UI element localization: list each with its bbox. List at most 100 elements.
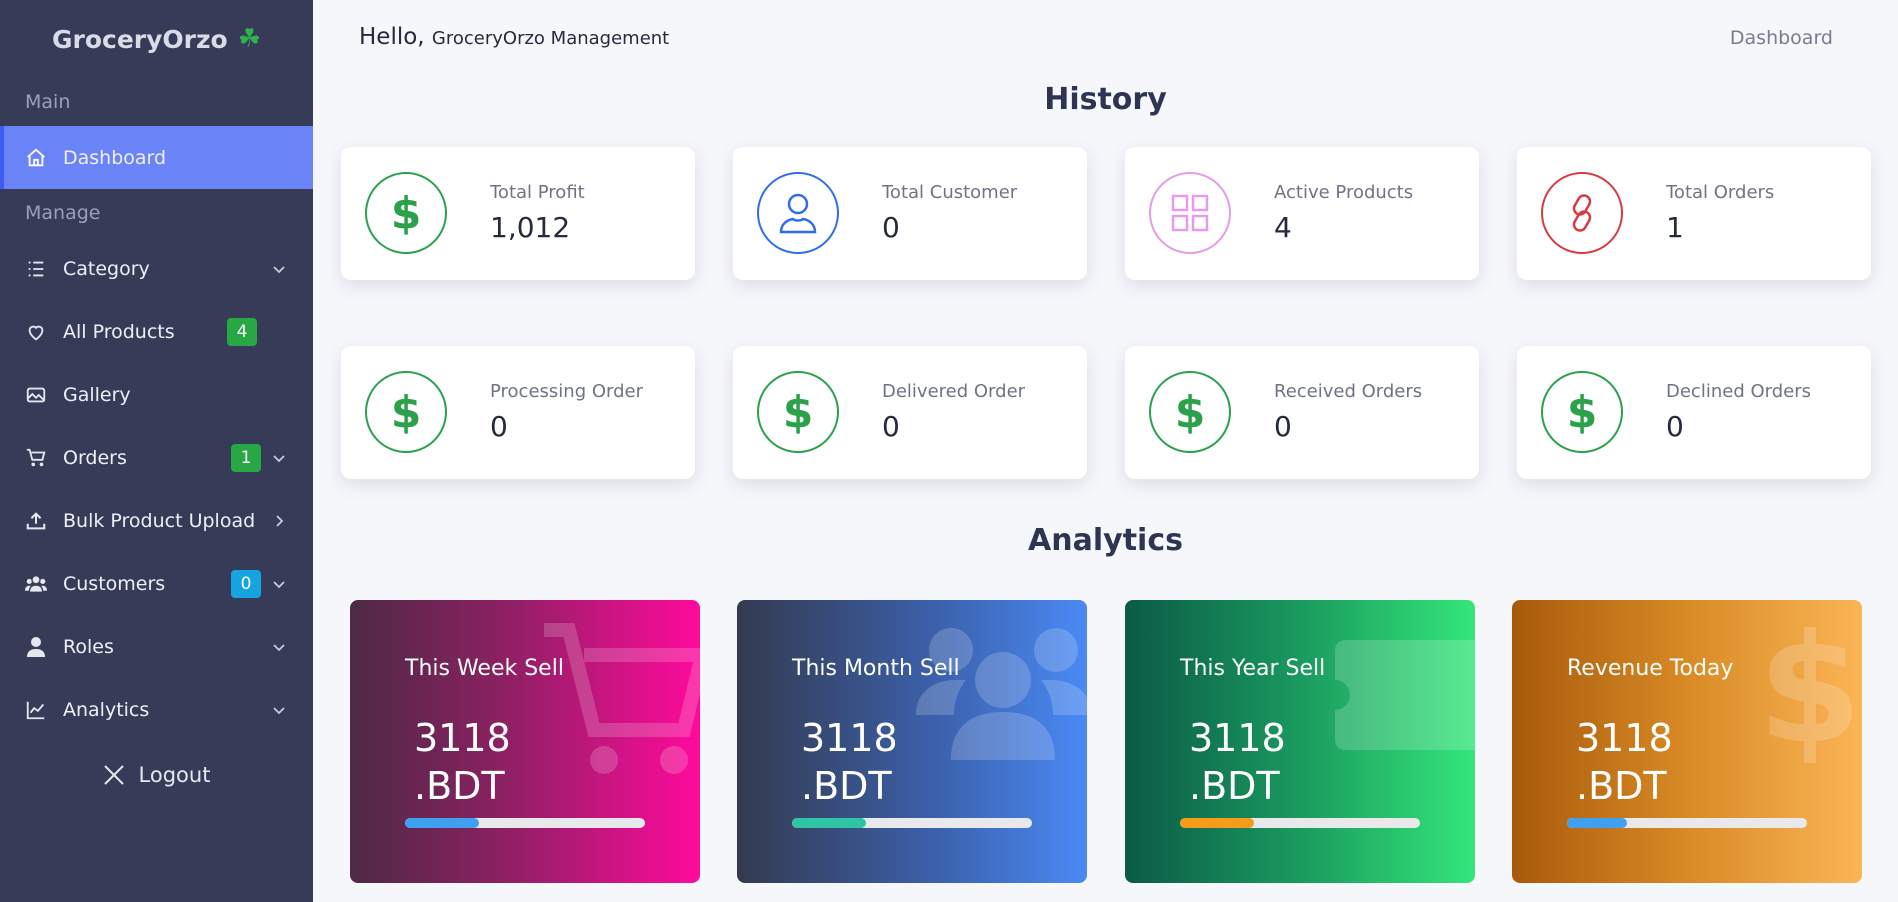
stat-value: 0 [490, 410, 508, 443]
greeting: Hello, GroceryOrzo Management [359, 24, 669, 50]
analytics-card-title: This Week Sell [405, 656, 564, 681]
stat-value: 0 [1274, 410, 1292, 443]
chevron-down-icon[interactable] [271, 639, 287, 655]
cart-icon [544, 623, 700, 774]
list-icon [25, 258, 47, 280]
sidebar-item-dashboard[interactable]: Dashboard [0, 126, 313, 189]
breadcrumb[interactable]: Dashboard [1730, 27, 1833, 49]
logout-label: Logout [138, 763, 211, 787]
progress-fill [1567, 818, 1627, 828]
progress-fill [405, 818, 480, 828]
analytics-card-amount: 3118 .BDT [414, 714, 511, 810]
dollar-icon: $ [1149, 371, 1231, 453]
stat-card-processing-order[interactable]: $ Processing Order 0 [341, 346, 695, 479]
analytics-title: Analytics [1028, 523, 1183, 558]
customers-count-badge: 0 [231, 569, 261, 598]
sidebar-item-category[interactable]: Category [0, 237, 313, 300]
image-icon [25, 384, 47, 406]
user-icon [757, 172, 839, 254]
sidebar-item-label: Roles [63, 635, 114, 658]
users-icon [916, 628, 1087, 760]
stat-card-received-orders[interactable]: $ Received Orders 0 [1125, 346, 1479, 479]
dollar-icon: $ [365, 371, 447, 453]
stat-card-total-profit[interactable]: $ Total Profit 1,012 [341, 147, 695, 280]
dollar-icon: $ [1757, 603, 1862, 777]
upload-icon [25, 510, 47, 532]
greeting-text: Hello, [359, 24, 425, 50]
sidebar-item-all-products[interactable]: All Products 4 [0, 300, 313, 363]
sidebar-item-label: Gallery [63, 383, 131, 406]
brand-name: GroceryOrzo [51, 24, 228, 54]
section-label-main: Main [25, 91, 71, 113]
amount-value: 3118 [414, 716, 511, 760]
sidebar-item-label: All Products [63, 320, 175, 343]
stat-label: Received Orders [1274, 381, 1423, 402]
analytics-card-month[interactable]: This Month Sell 3118 .BDT [737, 600, 1087, 883]
progress-bar [792, 818, 1032, 828]
products-count-badge: 4 [227, 317, 257, 346]
close-icon [103, 765, 124, 785]
stat-label: Processing Order [490, 381, 643, 402]
progress-bar [405, 818, 645, 828]
chevron-down-icon[interactable] [271, 261, 287, 277]
topbar: Hello, GroceryOrzo Management Dashboard [313, 0, 1898, 76]
brand-logo[interactable]: GroceryOrzo ☘ [0, 0, 313, 78]
sidebar-item-label: Dashboard [63, 146, 167, 169]
amount-unit: .BDT [414, 764, 505, 808]
chevron-down-icon[interactable] [271, 576, 287, 592]
stat-card-total-orders[interactable]: Total Orders 1 [1517, 147, 1871, 280]
sidebar-item-customers[interactable]: Customers 0 [0, 552, 313, 615]
sidebar-item-analytics[interactable]: Analytics [0, 678, 313, 741]
chevron-right-icon[interactable] [271, 513, 287, 529]
dollar-icon: $ [1541, 371, 1623, 453]
ticket-icon [1335, 640, 1475, 750]
sidebar-item-orders[interactable]: Orders 1 [0, 426, 313, 489]
progress-fill [792, 818, 867, 828]
chevron-down-icon[interactable] [271, 450, 287, 466]
home-icon [25, 147, 47, 169]
sidebar-item-label: Category [63, 257, 150, 280]
sidebar-item-roles[interactable]: Roles [0, 615, 313, 678]
stat-card-declined-orders[interactable]: $ Declined Orders 0 [1517, 346, 1871, 479]
sidebar-item-label: Customers [63, 572, 166, 595]
dollar-icon: $ [365, 172, 447, 254]
analytics-card-year[interactable]: This Year Sell 3118 .BDT [1125, 600, 1475, 883]
grid-icon [1149, 172, 1231, 254]
orders-count-badge: 1 [231, 443, 261, 472]
sidebar-item-gallery[interactable]: Gallery [0, 363, 313, 426]
amount-value: 3118 [1576, 716, 1673, 760]
stat-value: 1 [1666, 211, 1684, 244]
stat-card-delivered-order[interactable]: $ Delivered Order 0 [733, 346, 1087, 479]
amount-unit: .BDT [1576, 764, 1667, 808]
sidebar-item-bulk-upload[interactable]: Bulk Product Upload [0, 489, 313, 552]
progress-bar [1567, 818, 1807, 828]
stat-card-active-products[interactable]: Active Products 4 [1125, 147, 1479, 280]
amount-value: 3118 [801, 716, 898, 760]
dollar-icon: $ [757, 371, 839, 453]
amount-unit: .BDT [1189, 764, 1280, 808]
stat-value: 1,012 [490, 211, 571, 244]
chevron-down-icon[interactable] [271, 702, 287, 718]
amount-value: 3118 [1189, 716, 1286, 760]
users-icon [25, 573, 47, 595]
heart-icon [25, 321, 47, 343]
stat-label: Total Customer [882, 182, 1018, 203]
section-label-manage: Manage [25, 202, 101, 224]
analytics-card-amount: 3118 .BDT [1576, 714, 1673, 810]
sidebar-item-label: Orders [63, 446, 127, 469]
sidebar: GroceryOrzo ☘ Main Dashboard Manage Cate… [0, 0, 313, 902]
analytics-card-week[interactable]: This Week Sell 3118 .BDT [350, 600, 700, 883]
history-title: History [1044, 82, 1167, 117]
stat-card-total-customer[interactable]: Total Customer 0 [733, 147, 1087, 280]
stat-value: 0 [882, 211, 900, 244]
analytics-card-revenue-today[interactable]: $ Revenue Today 3118 .BDT [1512, 600, 1862, 883]
stat-value: 0 [882, 410, 900, 443]
progress-bar [1180, 818, 1420, 828]
sidebar-item-label: Bulk Product Upload [63, 509, 256, 532]
amount-unit: .BDT [801, 764, 892, 808]
analytics-card-amount: 3118 .BDT [1189, 714, 1286, 810]
stat-value: 0 [1666, 410, 1684, 443]
clover-icon: ☘ [237, 24, 262, 54]
logout-button[interactable]: Logout [0, 745, 313, 805]
analytics-card-title: This Year Sell [1180, 656, 1326, 681]
